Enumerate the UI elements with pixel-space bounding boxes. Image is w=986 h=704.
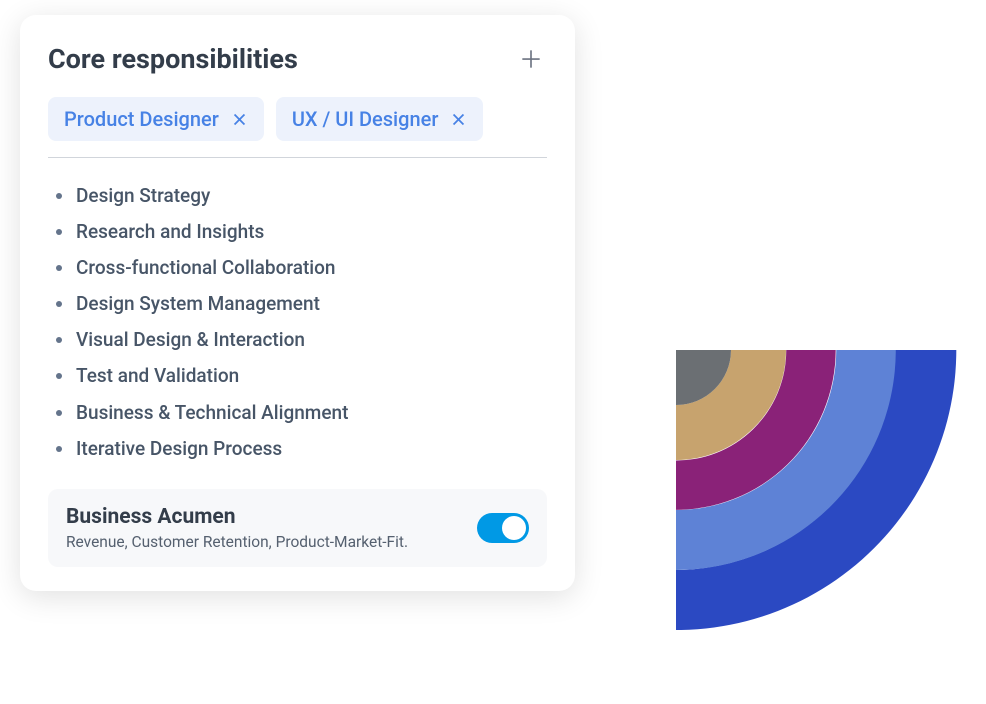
- tag-ux-ui-designer[interactable]: UX / UI Designer: [276, 97, 484, 141]
- business-acumen-row: Business Acumen Revenue, Customer Retent…: [48, 489, 547, 567]
- list-item: Design Strategy: [48, 178, 547, 214]
- plus-icon: [518, 46, 544, 72]
- list-item: Iterative Design Process: [48, 431, 547, 467]
- business-acumen-toggle[interactable]: [477, 513, 529, 543]
- tag-label: Product Designer: [64, 107, 219, 131]
- list-item: Test and Validation: [48, 358, 547, 394]
- close-icon: [450, 111, 467, 128]
- tag-remove-button[interactable]: [231, 111, 248, 128]
- card-header: Core responsibilities: [48, 43, 547, 75]
- tag-list: Product Designer UX / UI Designer: [48, 97, 547, 158]
- tag-product-designer[interactable]: Product Designer: [48, 97, 264, 141]
- tag-remove-button[interactable]: [450, 111, 467, 128]
- tag-label: UX / UI Designer: [292, 107, 439, 131]
- list-item: Research and Insights: [48, 214, 547, 250]
- toggle-title: Business Acumen: [66, 505, 477, 529]
- toggle-knob: [502, 516, 526, 540]
- list-item: Cross-functional Collaboration: [48, 250, 547, 286]
- list-item: Design System Management: [48, 286, 547, 322]
- responsibilities-card: Core responsibilities Product Designer U…: [20, 15, 575, 591]
- toggle-subtitle: Revenue, Customer Retention, Product-Mar…: [66, 533, 477, 551]
- add-button[interactable]: [515, 43, 547, 75]
- close-icon: [231, 111, 248, 128]
- responsibility-list: Design Strategy Research and Insights Cr…: [48, 178, 547, 467]
- chart-ring-5: [621, 295, 731, 405]
- card-title: Core responsibilities: [48, 43, 298, 75]
- list-item: Visual Design & Interaction: [48, 322, 547, 358]
- toggle-text: Business Acumen Revenue, Customer Retent…: [66, 505, 477, 551]
- list-item: Business & Technical Alignment: [48, 395, 547, 431]
